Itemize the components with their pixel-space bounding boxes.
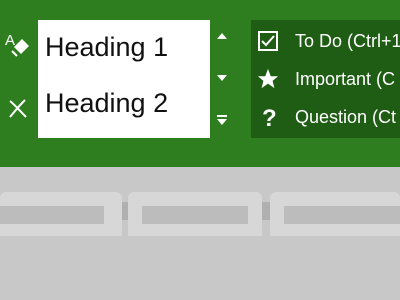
tag-question-label: Question (Ct — [295, 106, 397, 127]
clear-formatting-button[interactable] — [0, 88, 36, 128]
style-heading-2[interactable]: Heading 2 — [45, 88, 168, 119]
page-tab-2[interactable] — [128, 192, 262, 236]
tag-todo-label: To Do (Ctrl+1 — [295, 30, 400, 51]
format-painter-button[interactable]: A — [0, 24, 36, 64]
tag-important[interactable]: Important (C — [251, 61, 400, 97]
tag-question[interactable]: ? Question (Ct — [251, 99, 400, 135]
styles-gallery: Heading 1 Heading 2 — [38, 20, 210, 138]
tag-todo[interactable]: To Do (Ctrl+1 — [251, 23, 400, 59]
question-icon: ? — [262, 105, 277, 130]
style-heading-1[interactable]: Heading 1 — [45, 32, 168, 63]
format-painter-icon: A — [3, 29, 33, 59]
styles-scroll — [212, 20, 232, 138]
more-styles-button[interactable] — [212, 108, 232, 132]
tags-panel: To Do (Ctrl+1 Important (C ? Question (C… — [251, 20, 400, 138]
svg-text:?: ? — [262, 105, 277, 130]
scroll-down-icon — [217, 75, 227, 81]
checkbox-icon — [258, 31, 278, 51]
page-tab-2-placeholder — [142, 206, 248, 224]
clear-formatting-icon — [5, 95, 31, 121]
page-tab-1-placeholder — [0, 206, 104, 224]
scroll-down-button[interactable] — [212, 66, 232, 90]
ribbon: A Heading 1 Heading 2 To Do (Ctrl+1 Impo… — [0, 0, 400, 167]
tag-important-label: Important (C — [295, 68, 396, 89]
page-tab-1[interactable] — [0, 192, 122, 236]
star-icon — [257, 68, 279, 89]
svg-text:A: A — [5, 32, 15, 49]
scroll-up-icon — [217, 33, 227, 39]
scroll-up-button[interactable] — [212, 24, 232, 48]
page-tab-3[interactable] — [270, 192, 400, 236]
more-styles-icon — [217, 115, 227, 125]
page-tabs-area — [0, 167, 400, 300]
page-tab-3-placeholder — [284, 206, 400, 224]
